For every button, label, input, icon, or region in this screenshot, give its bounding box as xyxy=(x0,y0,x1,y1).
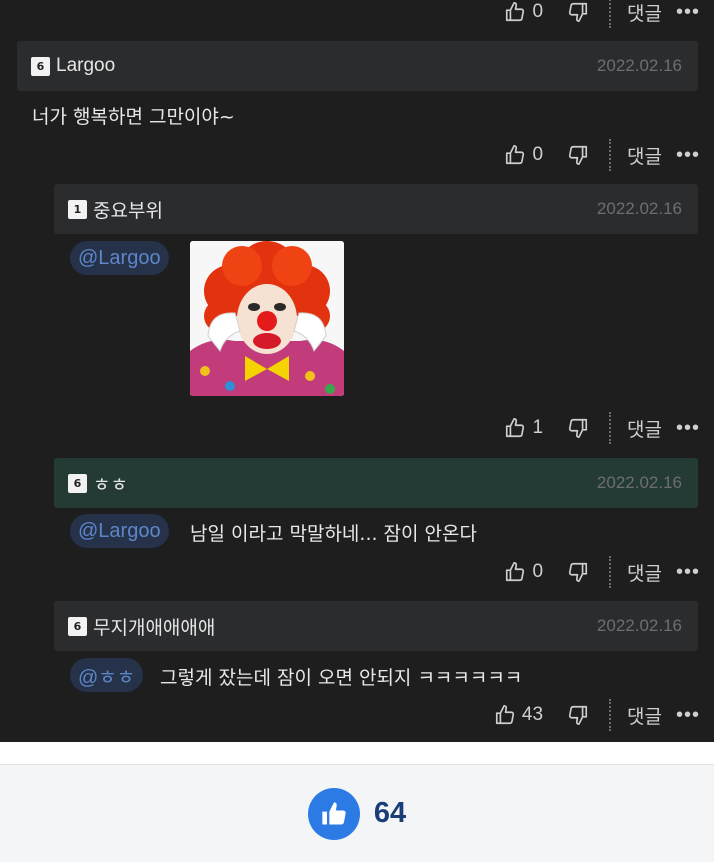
level-badge: 6 xyxy=(31,56,50,76)
thumbs-down-icon xyxy=(568,145,588,165)
post-like-count: 64 xyxy=(373,797,407,829)
clown-image[interactable] xyxy=(190,241,344,396)
more-options-icon[interactable]: ••• xyxy=(676,417,700,440)
divider xyxy=(609,139,612,171)
like-count: 0 xyxy=(532,1,544,22)
like-button[interactable]: 43 xyxy=(494,704,543,726)
mention-tag[interactable]: @Largoo xyxy=(70,514,169,548)
comment-date: 2022.02.16 xyxy=(596,616,682,635)
reply-button[interactable]: 댓글 xyxy=(627,0,662,26)
like-count: 1 xyxy=(532,417,544,438)
comment-date: 2022.02.16 xyxy=(596,199,682,218)
divider xyxy=(609,699,612,731)
like-button[interactable]: 0 xyxy=(504,1,543,23)
comment-actions: 1 댓글 ••• xyxy=(504,410,700,446)
comment-header-highlighted: 6 ㅎㅎ 2022.02.16 xyxy=(54,458,698,508)
more-options-icon[interactable]: ••• xyxy=(676,704,700,727)
divider xyxy=(609,0,612,28)
mention-tag[interactable]: @ㅎㅎ xyxy=(70,658,144,692)
page: 0 댓글 ••• 6 Largoo 2022.02.16 너가 행복하면 그만이… xyxy=(0,0,714,862)
top-comment-actions: 0 댓글 ••• xyxy=(504,0,700,30)
reply-button[interactable]: 댓글 xyxy=(627,702,662,729)
comment-text: 남일 이라고 막말하네... 잠이 안온다 xyxy=(190,523,477,545)
comment-header: 6 Largoo 2022.02.16 xyxy=(17,41,698,91)
nickname[interactable]: 중요부위 xyxy=(93,196,163,223)
thumbs-up-icon xyxy=(495,705,514,725)
thumbs-down-icon xyxy=(568,562,588,582)
thumbs-down-icon xyxy=(568,705,588,725)
nickname[interactable]: Largoo xyxy=(56,55,115,77)
reply-button[interactable]: 댓글 xyxy=(627,142,662,169)
reply-button[interactable]: 댓글 xyxy=(627,559,662,586)
thumbs-down-icon xyxy=(568,2,588,22)
nickname[interactable]: ㅎㅎ xyxy=(93,470,128,497)
thumbs-up-icon xyxy=(506,2,525,22)
post-like-button[interactable] xyxy=(307,787,360,840)
thumbs-up-icon xyxy=(506,145,525,165)
more-options-icon[interactable]: ••• xyxy=(676,144,700,167)
more-options-icon[interactable]: ••• xyxy=(676,1,700,24)
like-button[interactable]: 0 xyxy=(504,561,543,583)
like-button[interactable]: 1 xyxy=(504,417,543,439)
thumbs-down-icon xyxy=(568,418,588,438)
comment-header: 1 중요부위 2022.02.16 xyxy=(54,184,698,234)
thumbs-up-icon xyxy=(506,562,525,582)
comment-section: 0 댓글 ••• 6 Largoo 2022.02.16 너가 행복하면 그만이… xyxy=(0,0,714,742)
level-badge: 1 xyxy=(68,199,87,219)
nickname[interactable]: 무지개애애애애 xyxy=(93,613,215,640)
like-count: 0 xyxy=(532,144,544,165)
divider xyxy=(609,412,612,444)
comment-actions: 0 댓글 ••• xyxy=(504,554,700,590)
thumbs-up-icon xyxy=(322,801,346,824)
like-count: 43 xyxy=(521,704,544,725)
comment-text: 너가 행복하면 그만이야~ xyxy=(32,106,235,128)
dislike-button[interactable] xyxy=(567,1,589,23)
dislike-button[interactable] xyxy=(567,417,589,439)
clown-image-graphic xyxy=(190,241,344,396)
dislike-button[interactable] xyxy=(567,704,589,726)
mention-tag[interactable]: @Largoo xyxy=(70,241,169,275)
like-button[interactable]: 0 xyxy=(504,144,543,166)
comment-date: 2022.02.16 xyxy=(596,56,682,75)
dislike-button[interactable] xyxy=(567,144,589,166)
comment-actions: 43 댓글 ••• xyxy=(494,697,700,733)
more-options-icon[interactable]: ••• xyxy=(676,561,700,584)
level-badge: 6 xyxy=(68,616,87,636)
like-count: 0 xyxy=(532,561,544,582)
dislike-button[interactable] xyxy=(567,561,589,583)
thumbs-up-icon xyxy=(506,418,525,438)
comment-text: 그렇게 잤는데 잠이 오면 안되지 ㅋㅋㅋㅋㅋㅋ xyxy=(160,667,523,689)
level-badge: 6 xyxy=(68,473,87,493)
comment-header: 6 무지개애애애애 2022.02.16 xyxy=(54,601,698,651)
divider xyxy=(609,556,612,588)
comment-date: 2022.02.16 xyxy=(596,473,682,492)
post-like-bar: 64 xyxy=(0,764,714,862)
comment-actions: 0 댓글 ••• xyxy=(504,137,700,173)
reply-button[interactable]: 댓글 xyxy=(627,415,662,442)
